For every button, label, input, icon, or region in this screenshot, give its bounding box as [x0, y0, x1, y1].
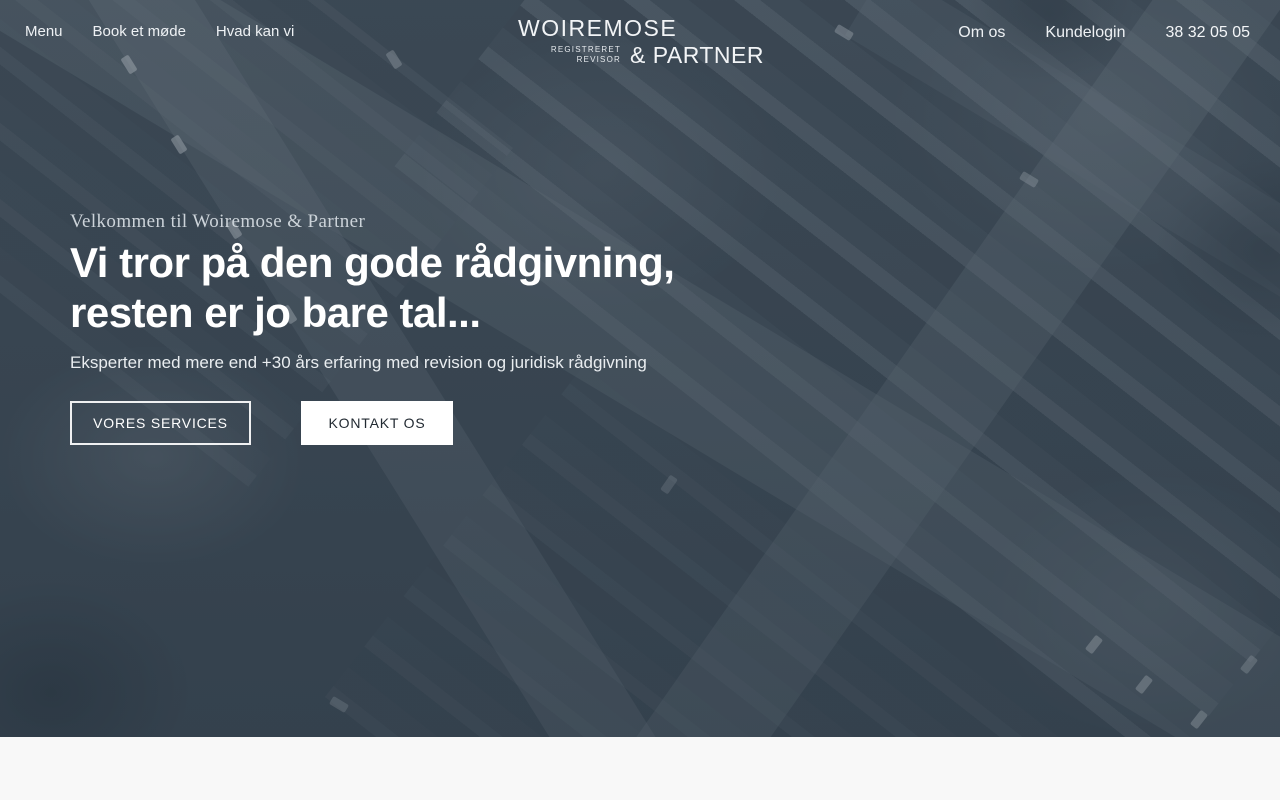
- page: Menu Book et møde Hvad kan vi WOIREMOSE …: [0, 0, 1280, 800]
- header: Menu Book et møde Hvad kan vi WOIREMOSE …: [0, 0, 1280, 90]
- nav-item-book-et-moede[interactable]: Book et møde: [93, 22, 186, 42]
- logo-suffix: & PARTNER: [629, 42, 764, 68]
- logo-tagline-line1: REGISTRERET: [550, 45, 621, 54]
- hero-subtitle: Eksperter med mere end +30 års erfaring …: [70, 353, 647, 372]
- hero-eyebrow: Velkommen til Woiremose & Partner: [70, 211, 366, 232]
- hero-section: Menu Book et møde Hvad kan vi WOIREMOSE …: [0, 0, 1280, 737]
- logo-tagline-line2: REVISOR: [576, 55, 621, 64]
- logo[interactable]: WOIREMOSE REGISTRERET REVISOR & PARTNER: [516, 15, 764, 68]
- nav-item-menu[interactable]: Menu: [25, 22, 63, 42]
- hero-cta-row: VORES SERVICES KONTAKT OS: [70, 401, 830, 445]
- kontakt-os-button[interactable]: KONTAKT OS: [301, 401, 453, 445]
- content-section-below: [0, 737, 1280, 800]
- phone-number[interactable]: 38 32 05 05: [1165, 23, 1250, 43]
- nav-item-om-os[interactable]: Om os: [958, 23, 1005, 43]
- nav-left: Menu Book et møde Hvad kan vi: [25, 22, 294, 42]
- hero-heading: Vi tror på den gode rådgivning, resten e…: [70, 238, 830, 338]
- vores-services-button[interactable]: VORES SERVICES: [70, 401, 251, 445]
- nav-right: Om os Kundelogin 38 32 05 05: [958, 23, 1250, 43]
- logo-subline: REGISTRERET REVISOR & PARTNER: [551, 42, 764, 68]
- logo-tagline: REGISTRERET REVISOR: [551, 45, 621, 65]
- hero-heading-line2: resten er jo bare tal...: [70, 289, 481, 336]
- logo-wordmark: WOIREMOSE: [518, 15, 678, 41]
- hero-heading-line1: Vi tror på den gode rådgivning,: [70, 239, 675, 286]
- nav-item-kundelogin[interactable]: Kundelogin: [1045, 23, 1125, 43]
- nav-item-hvad-kan-vi[interactable]: Hvad kan vi: [216, 22, 294, 42]
